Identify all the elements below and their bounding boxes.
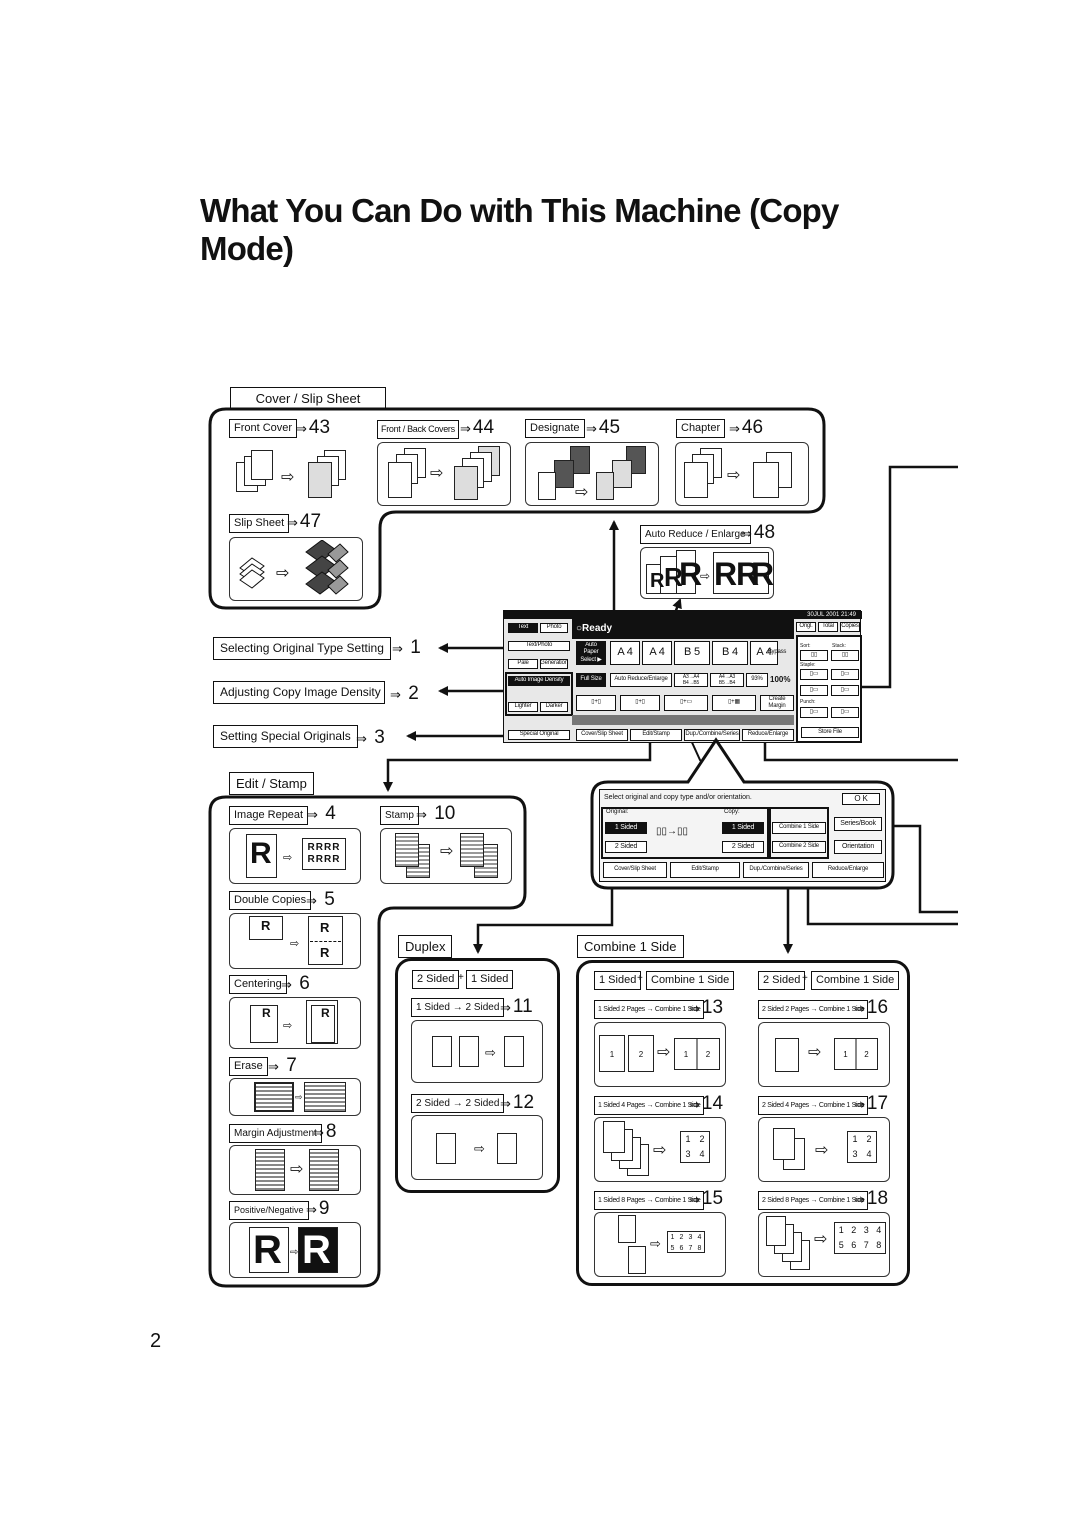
combine-14-label[interactable]: 1 Sided 4 Pages → Combine 1 Side: [594, 1096, 705, 1115]
copy-1-sided-button[interactable]: 1 Sided: [722, 822, 764, 834]
combine-left-b: Combine 1 Side: [646, 971, 735, 990]
dup-panel-callout: [590, 737, 895, 890]
combine-13-label[interactable]: 1 Sided 2 Pages → Combine 1 Side: [594, 1000, 705, 1019]
dup-tab-edit-stamp[interactable]: Edit/Stamp: [670, 862, 740, 878]
combine-15-ref[interactable]: ⇒ 15: [689, 1189, 723, 1210]
combine-13-ref[interactable]: ⇒ 13: [689, 998, 723, 1019]
combine-left-a: 1 Sided: [594, 971, 642, 990]
copy-2-sided-button[interactable]: 2 Sided: [722, 841, 764, 853]
combine-17-ref[interactable]: ⇒ 17: [854, 1094, 888, 1115]
dup-panel-prompt: Select original and copy type and/or ori…: [604, 794, 752, 801]
dup-combine-panel: Select original and copy type and/or ori…: [599, 789, 886, 882]
conversion-arrow-icon: ▯▯→▯▯: [656, 826, 689, 837]
combine-right-b: Combine 1 Side: [811, 971, 900, 990]
page-number: 2: [150, 1330, 162, 1352]
combine-17-label[interactable]: 2 Sided 4 Pages → Combine 1 Side: [758, 1096, 869, 1115]
dup-tab-dup-combine[interactable]: Dup./Combine/Series: [743, 862, 809, 878]
combine-18-label[interactable]: 2 Sided 8 Pages → Combine 1 Side: [758, 1191, 869, 1210]
orientation-button[interactable]: Orientation: [834, 840, 882, 854]
original-2-sided-button[interactable]: 2 Sided: [605, 841, 647, 853]
combine-16-label[interactable]: 2 Sided 2 Pages → Combine 1 Side: [758, 1000, 869, 1019]
combine-1-side-button[interactable]: Combine 1 Side: [772, 822, 826, 834]
combine-15-label[interactable]: 1 Sided 8 Pages → Combine 1 Side: [594, 1191, 705, 1210]
combine-18-ref[interactable]: ⇒ 18: [854, 1189, 888, 1210]
series-book-button[interactable]: Series/Book: [834, 817, 882, 831]
dup-tab-reduce-enlarge[interactable]: Reduce/Enlarge: [812, 862, 884, 878]
combine-14-ref[interactable]: ⇒ 14: [689, 1094, 723, 1115]
combine-right-a: 2 Sided: [758, 971, 806, 990]
original-1-sided-button[interactable]: 1 Sided: [605, 822, 647, 834]
ok-button[interactable]: O K: [842, 793, 880, 805]
dup-tab-cover-slip[interactable]: Cover/Slip Sheet: [603, 862, 667, 878]
combine-16-ref[interactable]: ⇒ 16: [854, 998, 888, 1019]
combine-heading: Combine 1 Side: [577, 935, 684, 958]
combine-2-side-button[interactable]: Combine 2 Side: [772, 841, 826, 853]
